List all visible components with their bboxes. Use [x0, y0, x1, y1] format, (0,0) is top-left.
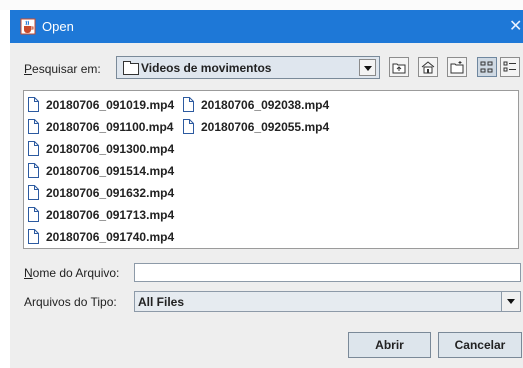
file-name: 20180706_091100.mp4: [46, 120, 174, 134]
file-name: 20180706_092038.mp4: [201, 98, 330, 112]
file-icon: [28, 185, 39, 200]
file-name: 20180706_091632.mp4: [46, 186, 175, 200]
filetype-value: All Files: [138, 295, 185, 309]
filename-input[interactable]: [134, 263, 521, 282]
up-one-level-icon: [392, 63, 406, 74]
filetype-arrow-button[interactable]: [501, 292, 520, 311]
home-icon: [421, 61, 435, 74]
file-name: 20180706_091019.mp4: [46, 98, 175, 112]
file-name: 20180706_091514.mp4: [46, 164, 175, 178]
cancel-button[interactable]: Cancelar: [438, 332, 522, 358]
close-icon[interactable]: ✕: [509, 16, 523, 35]
file-name: 20180706_092055.mp4: [201, 120, 330, 134]
folder-icon: [123, 61, 139, 75]
file-icon: [28, 207, 39, 222]
java-cup-icon: [20, 18, 36, 35]
filename-label: Nome do Arquivo:: [24, 266, 120, 280]
chevron-down-icon: [364, 66, 372, 71]
look-in-combo[interactable]: Videos de movimentos: [116, 56, 380, 79]
details-view-button[interactable]: [500, 57, 520, 77]
search-in-label: Pesquisar em:: [24, 62, 101, 76]
filetype-select[interactable]: All Files: [134, 291, 521, 312]
file-name: 20180706_091300.mp4: [46, 142, 175, 156]
filetype-label: Arquivos do Tipo:: [24, 295, 117, 309]
file-icon: [28, 97, 39, 112]
file-icon: [183, 119, 194, 134]
list-view-button[interactable]: [477, 57, 497, 77]
file-icon: [28, 163, 39, 178]
new-folder-button[interactable]: [447, 57, 467, 77]
open-button[interactable]: Abrir: [348, 332, 431, 358]
new-folder-icon: [450, 61, 464, 74]
list-view-icon: [480, 61, 493, 73]
file-icon: [28, 141, 39, 156]
file-name: 20180706_091740.mp4: [46, 230, 175, 244]
file-list[interactable]: 20180706_091019.mp4 20180706_092038.mp4 …: [23, 90, 519, 249]
up-one-level-button[interactable]: [389, 57, 409, 77]
window-title: Open: [42, 19, 74, 34]
screen-top-strip: [0, 0, 523, 10]
home-button[interactable]: [418, 57, 438, 77]
current-folder: Videos de movimentos: [141, 61, 272, 75]
file-icon: [28, 229, 39, 244]
file-icon: [183, 97, 194, 112]
file-name: 20180706_091713.mp4: [46, 208, 175, 222]
title-bar[interactable]: Open ✕: [10, 10, 523, 43]
file-icon: [28, 119, 39, 134]
filetype-label-text: Arquivos do Tipo:: [24, 295, 117, 309]
chevron-down-icon: [507, 299, 515, 304]
details-view-icon: [503, 61, 516, 72]
combo-arrow-button[interactable]: [359, 59, 376, 76]
